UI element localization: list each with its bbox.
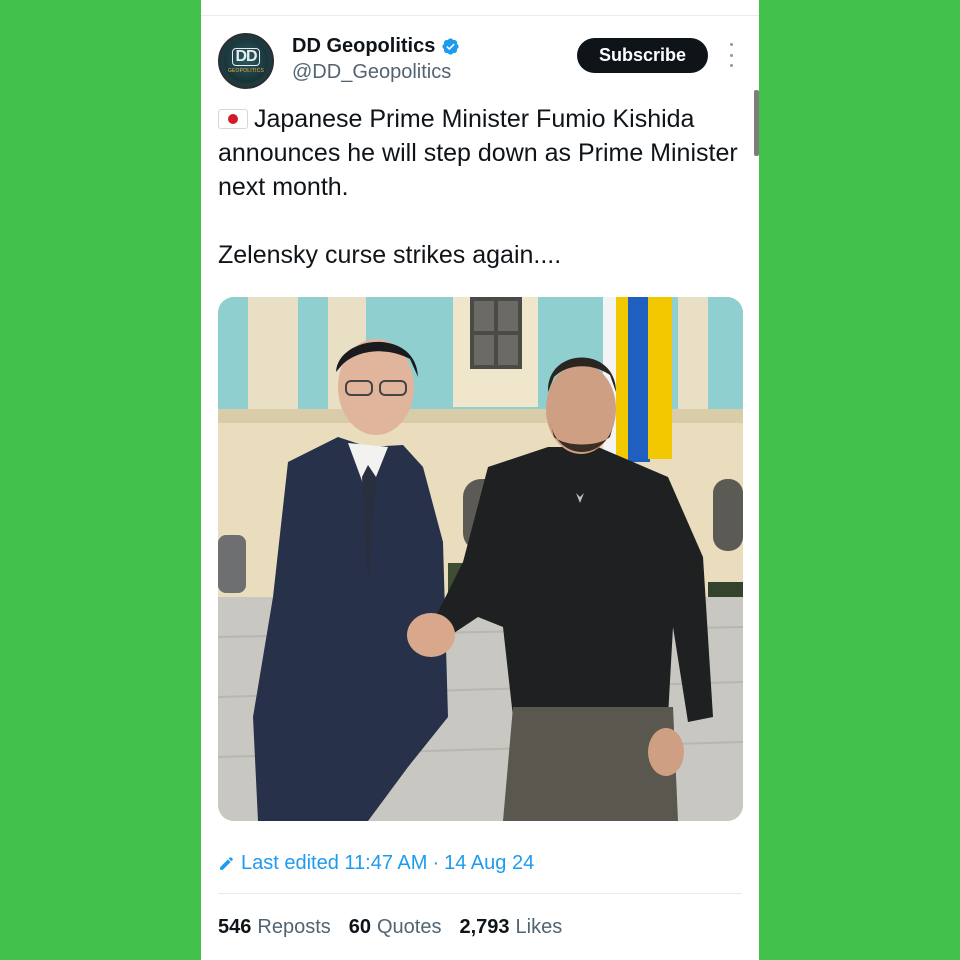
reposts-stat[interactable]: 546 Reposts (218, 914, 331, 940)
avatar-logo-text: DD (232, 48, 260, 66)
tweet-photo[interactable] (218, 297, 743, 821)
edited-separator: · (432, 852, 440, 874)
last-edited-link[interactable]: Last edited 11:47 AM · 14 Aug 24 (218, 850, 534, 876)
tweet-card: DD GEOPOLITICS DD Geopolitics @DD_Geopol… (201, 0, 759, 960)
last-edited-time: Last edited 11:47 AM (241, 852, 428, 874)
author-name-row: DD Geopolitics (292, 34, 460, 58)
quotes-stat[interactable]: 60 Quotes (349, 914, 442, 940)
likes-label: Likes (515, 916, 563, 938)
tweet-text: Japanese Prime Minister Fumio Kishida an… (218, 102, 738, 272)
more-vertical-icon[interactable] (725, 43, 737, 67)
last-edited-date: 14 Aug 24 (444, 852, 535, 874)
top-divider (201, 15, 759, 16)
page-background: DD GEOPOLITICS DD Geopolitics @DD_Geopol… (0, 0, 960, 960)
pencil-icon (220, 856, 233, 870)
stats-divider (218, 893, 742, 894)
tweet-line-1: Japanese Prime Minister Fumio Kishida an… (218, 105, 738, 201)
quotes-label: Quotes (377, 916, 442, 938)
subscribe-button[interactable]: Subscribe (577, 38, 708, 73)
likes-count: 2,793 (459, 916, 510, 938)
user-handle[interactable]: @DD_Geopolitics (292, 60, 451, 84)
likes-stat[interactable]: 2,793 Likes (459, 914, 562, 940)
reposts-count: 546 (218, 916, 252, 938)
japan-flag-icon (218, 109, 248, 129)
photo-illustration (218, 297, 743, 821)
verified-badge-icon (442, 37, 459, 55)
scrollbar[interactable] (754, 90, 759, 156)
avatar-logo: DD GEOPOLITICS (224, 39, 268, 83)
avatar-logo-subtext: GEOPOLITICS (227, 68, 265, 74)
display-name[interactable]: DD Geopolitics (292, 34, 435, 58)
quotes-count: 60 (348, 916, 371, 938)
tweet-paragraph-1: Japanese Prime Minister Fumio Kishida an… (218, 102, 738, 204)
avatar[interactable]: DD GEOPOLITICS (218, 33, 274, 89)
engagement-stats: 546 Reposts 60 Quotes 2,793 Likes (218, 914, 562, 940)
reposts-label: Reposts (257, 916, 331, 938)
tweet-line-2: Zelensky curse strikes again.... (218, 241, 562, 269)
